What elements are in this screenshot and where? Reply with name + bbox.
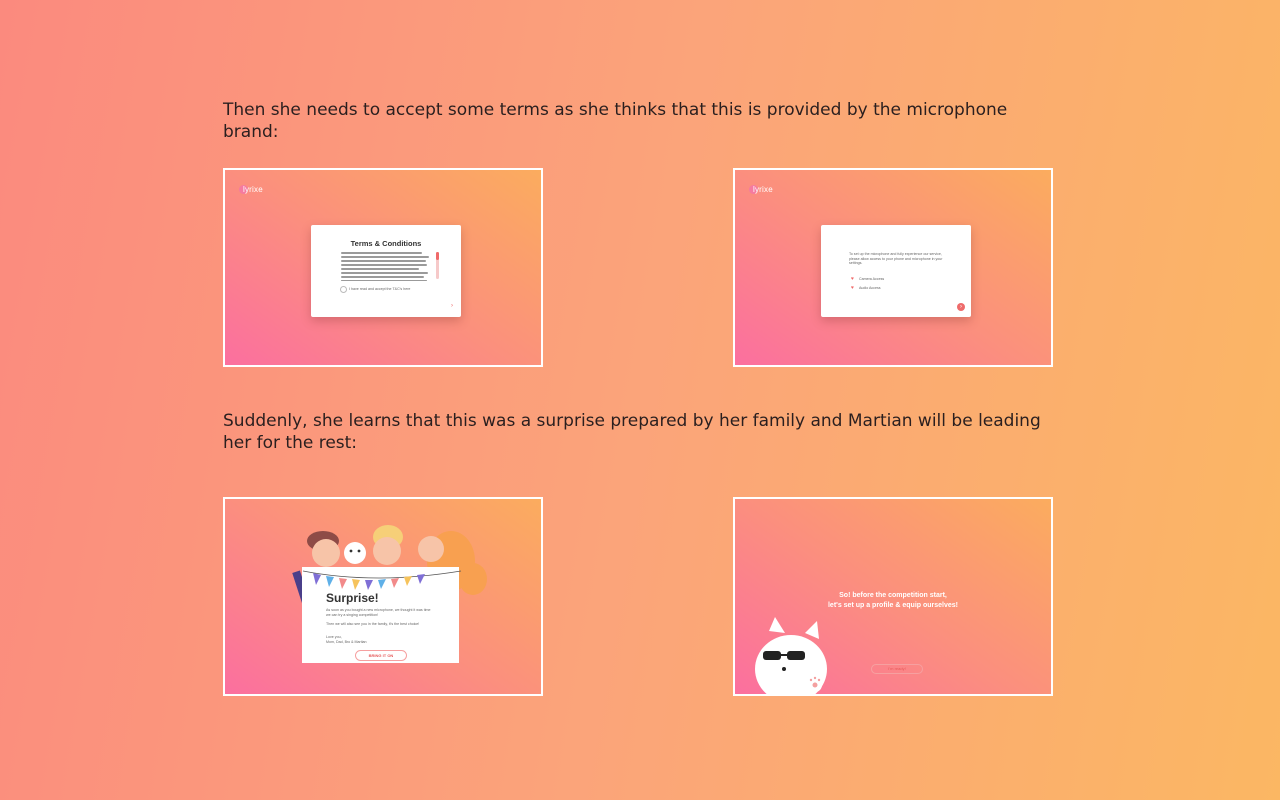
surprise-body-1: As soon as you bought a new microphone, …: [326, 608, 431, 617]
heart-icon: ♥: [851, 285, 854, 291]
terms-scrollbar[interactable]: [436, 252, 439, 279]
screenshot-permissions: lyrixe To set up the microphone and full…: [733, 168, 1053, 367]
martian-dog-illustration: [755, 617, 827, 694]
terms-dialog: Terms & Conditions I have read and accep…: [311, 225, 461, 317]
brand-logo: lyrixe: [239, 185, 263, 195]
surprise-signoff: Love you,: [326, 635, 342, 639]
permission-item-camera[interactable]: Camera Access: [859, 277, 884, 281]
next-arrow-icon[interactable]: ›: [451, 303, 453, 309]
logo-text: lyrixe: [753, 185, 773, 194]
caption-terms: Then she needs to accept some terms as s…: [223, 100, 1008, 142]
accept-terms-radio[interactable]: [340, 286, 347, 293]
terms-body-text: [341, 252, 433, 284]
next-button[interactable]: ›: [957, 303, 965, 311]
screenshot-setup: So! before the competition start, let's …: [733, 497, 1053, 696]
brand-logo: lyrixe: [749, 185, 773, 195]
permission-item-audio[interactable]: Audio Access: [859, 286, 881, 290]
bring-it-on-button[interactable]: BRING IT ON: [355, 650, 407, 661]
surprise-title: Surprise!: [326, 591, 379, 605]
logo-text: lyrixe: [243, 185, 263, 194]
terms-title: Terms & Conditions: [350, 239, 422, 248]
caption-surprise: Suddenly, she learns that this was a sur…: [223, 411, 1041, 453]
accept-terms-label: I have read and accept the T&C’s here: [349, 287, 411, 291]
screenshot-terms: lyrixe Terms & Conditions I have read an…: [223, 168, 543, 367]
permissions-dialog: To set up the microphone and fully exper…: [821, 225, 971, 317]
surprise-body-2: Then we will also see you in the family,…: [326, 622, 420, 626]
family-illustration: [292, 525, 487, 663]
surprise-signature: Mom, Dad, Bro & Martian: [326, 640, 367, 644]
screenshot-surprise: Surprise! As soon as you bought a new mi…: [223, 497, 543, 696]
permissions-intro: To set up the microphone and fully exper…: [849, 252, 943, 266]
heart-icon: ♥: [851, 276, 854, 282]
